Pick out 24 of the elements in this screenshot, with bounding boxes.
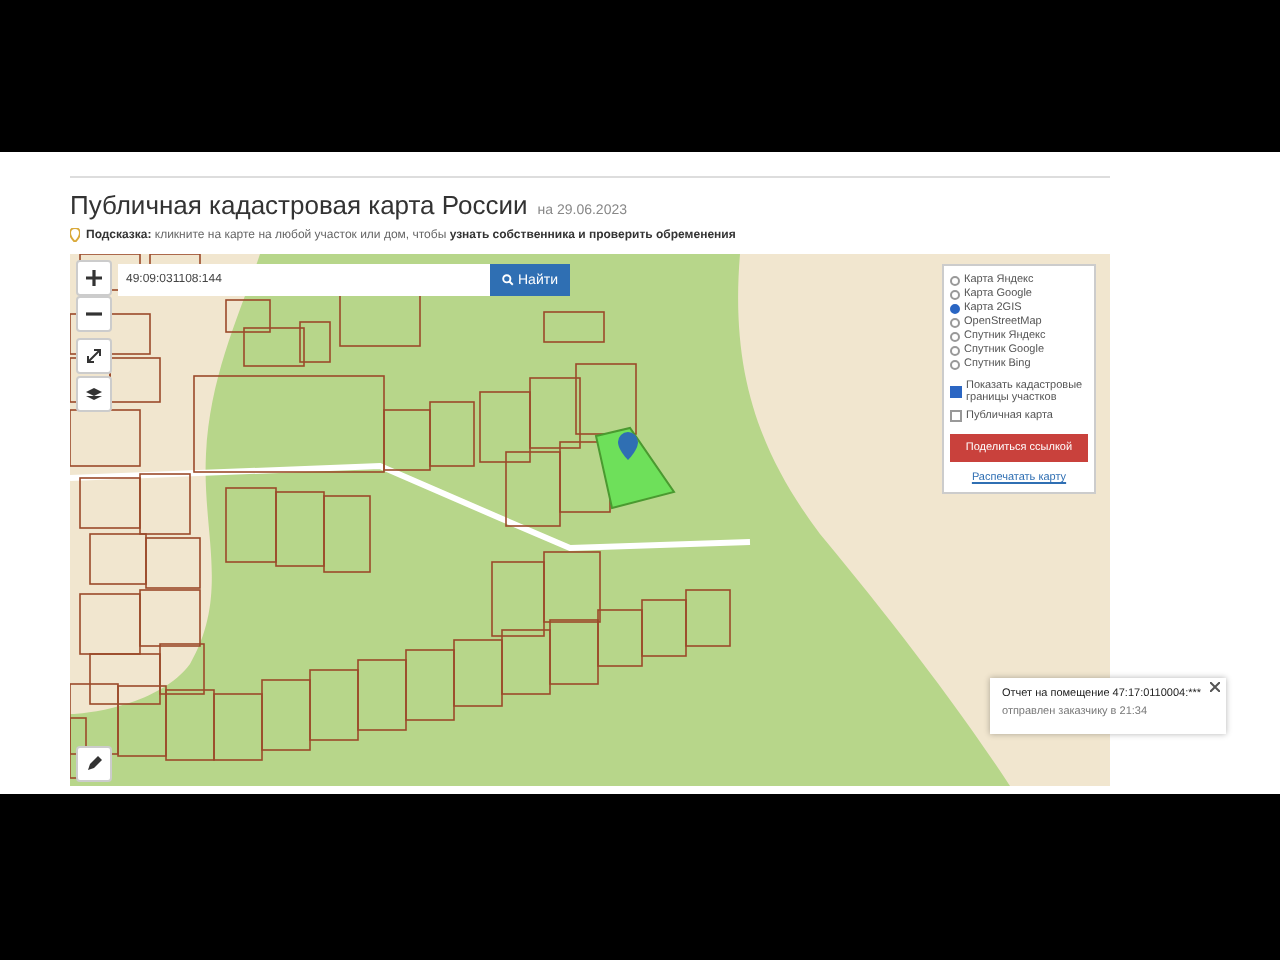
checkbox[interactable] <box>950 410 962 422</box>
draw-button[interactable] <box>76 746 112 782</box>
radio-button[interactable] <box>950 275 960 285</box>
close-icon[interactable] <box>1209 682 1220 692</box>
pencil-icon <box>86 756 102 772</box>
layers-icon <box>86 386 102 402</box>
checkbox[interactable] <box>950 386 962 398</box>
expand-icon <box>86 348 102 364</box>
radio-button[interactable] <box>950 359 960 369</box>
cadastral-map-drawing[interactable] <box>70 254 1110 786</box>
zoom-in-button[interactable] <box>76 260 112 296</box>
radio-button[interactable] <box>950 303 960 313</box>
minus-icon <box>86 306 102 322</box>
plus-icon <box>86 270 102 286</box>
radio-button[interactable] <box>950 317 960 327</box>
zoom-out-button[interactable] <box>76 296 112 332</box>
fullscreen-button[interactable] <box>76 338 112 374</box>
radio-button[interactable] <box>950 289 960 299</box>
radio-button[interactable] <box>950 331 960 341</box>
layers-button[interactable] <box>76 376 112 412</box>
search-icon <box>502 274 514 286</box>
page-title: Публичная кадастровая карта России <box>70 190 528 220</box>
pin-icon <box>70 228 80 242</box>
radio-button[interactable] <box>950 345 960 355</box>
